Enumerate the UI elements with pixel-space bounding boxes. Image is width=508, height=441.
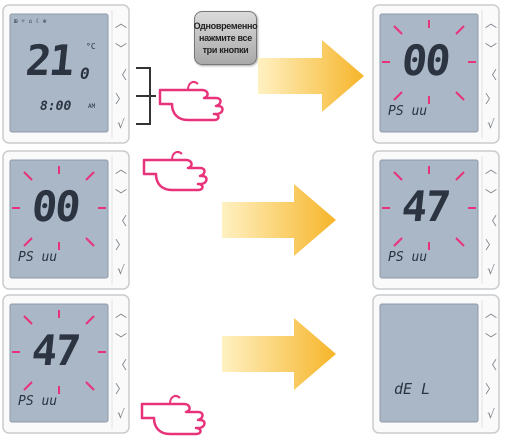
left-button[interactable]: 〈 — [113, 356, 129, 372]
code-label: PS uu — [388, 250, 428, 265]
ok-button[interactable]: √ — [113, 116, 129, 132]
down-button[interactable]: ﹀ — [113, 186, 129, 202]
pointing-hand-icon — [158, 81, 224, 122]
left-button[interactable]: 〈 — [483, 356, 499, 372]
left-button[interactable]: 〈 — [483, 66, 499, 82]
right-button[interactable]: 〉 — [483, 90, 499, 106]
code-digits: 00 — [29, 182, 82, 231]
thermostat-row3-left: 47 PS uu ︿ ﹀ 〈 〉 √ — [2, 294, 130, 434]
up-button[interactable]: ︿ — [113, 304, 129, 320]
up-button[interactable]: ︿ — [483, 160, 499, 176]
temperature-value: 21 — [23, 36, 76, 85]
thermostat-row2-left: 00 PS uu ︿ ﹀ 〈 〉 √ — [2, 150, 130, 290]
up-button[interactable]: ︿ — [113, 14, 129, 30]
lcd-screen — [379, 303, 479, 423]
ok-button[interactable]: √ — [483, 262, 499, 278]
code-digits: 47 — [399, 182, 452, 231]
next-step-arrow-icon — [222, 318, 336, 390]
up-button[interactable]: ︿ — [483, 14, 499, 30]
next-step-arrow-icon — [258, 40, 364, 112]
thermostat-row1-right: 00 PS uu ︿ ﹀ 〈 〉 √ — [372, 4, 500, 144]
pointing-hand-icon — [140, 395, 206, 436]
down-button[interactable]: ﹀ — [483, 330, 499, 346]
clock-time: 8:00 — [40, 99, 72, 114]
temperature-decimal: 0 — [80, 64, 90, 83]
right-button[interactable]: 〉 — [113, 236, 129, 252]
delete-label: dE L — [394, 380, 431, 398]
instruction-note: Одновременно нажмите все три кнопки — [194, 11, 258, 65]
down-button[interactable]: ﹀ — [483, 186, 499, 202]
down-button[interactable]: ﹀ — [113, 330, 129, 346]
down-button[interactable]: ﹀ — [113, 40, 129, 56]
ok-button[interactable]: √ — [113, 262, 129, 278]
ok-button[interactable]: √ — [483, 406, 499, 422]
ok-button[interactable]: √ — [483, 116, 499, 132]
buttons-bracket — [136, 67, 156, 125]
clock-am: AM — [88, 103, 96, 110]
code-digits: 00 — [399, 36, 452, 85]
thermostat-row1-left: ⊞ ☼ ⌂ ☾ ⊕ 21 0 °C 8:00 AM ︿ ﹀ 〈 〉 √ — [2, 4, 130, 144]
thermostat-row3-right: dE L ︿ ﹀ 〈 〉 √ — [372, 294, 500, 434]
up-button[interactable]: ︿ — [483, 304, 499, 320]
next-step-arrow-icon — [222, 184, 336, 256]
code-digits: 47 — [29, 326, 82, 375]
down-button[interactable]: ﹀ — [483, 40, 499, 56]
code-label: PS uu — [18, 394, 58, 409]
right-button[interactable]: 〉 — [113, 90, 129, 106]
left-button[interactable]: 〈 — [113, 66, 129, 82]
right-button[interactable]: 〉 — [483, 380, 499, 396]
up-button[interactable]: ︿ — [113, 160, 129, 176]
temperature-unit: °C — [86, 42, 96, 51]
right-button[interactable]: 〉 — [483, 236, 499, 252]
code-label: PS uu — [388, 104, 428, 119]
code-label: PS uu — [18, 250, 58, 265]
pointing-hand-icon — [142, 151, 208, 192]
ok-button[interactable]: √ — [113, 406, 129, 422]
thermostat-body — [372, 294, 500, 434]
right-button[interactable]: 〉 — [113, 380, 129, 396]
left-button[interactable]: 〈 — [483, 212, 499, 228]
thermostat-row2-right: 47 PS uu ︿ ﹀ 〈 〉 √ — [372, 150, 500, 290]
left-button[interactable]: 〈 — [113, 212, 129, 228]
mode-icons: ⊞ ☼ ⌂ ☾ ⊕ — [14, 18, 47, 25]
